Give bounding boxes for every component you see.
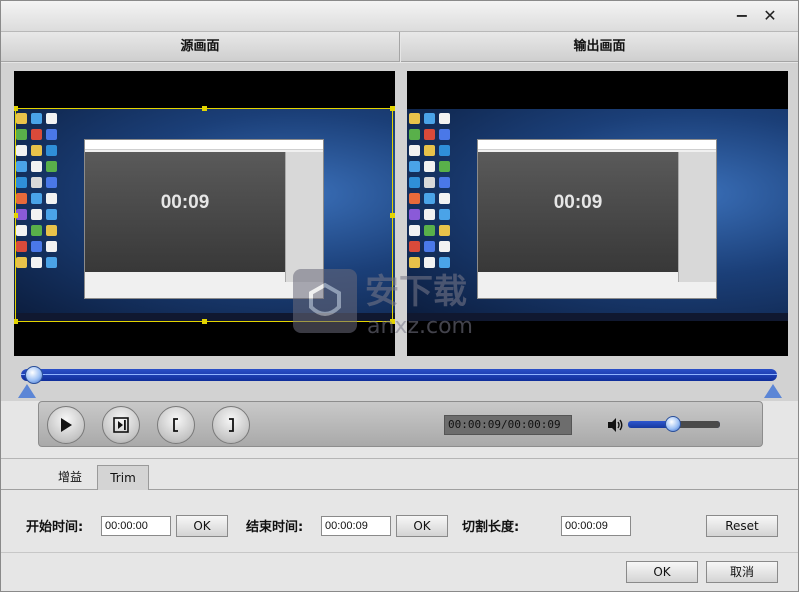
volume-icon[interactable] <box>606 416 624 434</box>
trim-panel: 开始时间: 00:00:00 OK 结束时间: 00:00:09 OK 切割长度… <box>1 490 798 552</box>
preview-area: 00:09 00:09 <box>1 63 798 363</box>
desktop-screenshot: 00:09 <box>407 109 788 321</box>
end-time-label: 结束时间: <box>246 520 304 535</box>
end-marker-icon[interactable] <box>764 384 782 398</box>
tab-trim[interactable]: Trim <box>97 465 149 491</box>
volume-knob[interactable] <box>665 416 681 432</box>
start-marker-icon[interactable] <box>18 384 36 398</box>
output-timestamp: 00:09 <box>553 192 603 213</box>
seek-knob[interactable] <box>25 366 43 384</box>
mark-in-icon <box>173 418 178 432</box>
reset-button[interactable]: Reset <box>706 515 778 537</box>
output-preview: 00:09 <box>407 71 788 356</box>
dialog-footer: OK 取消 <box>1 552 798 591</box>
seek-track[interactable] <box>21 369 777 381</box>
trim-dialog: − ✕ 源画面 输出画面 00:09 00:09 00:00:09/00:00:… <box>0 0 799 592</box>
end-ok-button[interactable]: OK <box>396 515 448 537</box>
length-field[interactable]: 00:00:09 <box>561 516 631 536</box>
desktop-icons <box>409 113 455 313</box>
cancel-button[interactable]: 取消 <box>706 561 778 583</box>
length-label: 切割长度: <box>462 520 520 535</box>
minimize-button[interactable]: − <box>733 7 751 25</box>
end-time-field[interactable]: 00:00:09 <box>321 516 391 536</box>
mark-out-button[interactable] <box>212 406 250 444</box>
close-button[interactable]: ✕ <box>761 7 779 25</box>
start-time-field[interactable]: 00:00:00 <box>101 516 171 536</box>
play-icon <box>61 418 72 432</box>
tab-bar: 增益 Trim <box>1 458 798 491</box>
playback-controls: 00:00:09/00:00:09 <box>38 401 763 447</box>
start-ok-button[interactable]: OK <box>176 515 228 537</box>
start-time-label: 开始时间: <box>26 520 84 535</box>
tab-gain[interactable]: 增益 <box>43 465 97 491</box>
title-bar: − ✕ <box>1 1 798 32</box>
crop-frame[interactable] <box>14 106 395 324</box>
source-preview[interactable]: 00:09 <box>14 71 395 356</box>
time-display: 00:00:09/00:00:09 <box>444 415 572 435</box>
inner-player: 00:09 <box>478 152 678 272</box>
next-frame-icon <box>113 417 129 433</box>
mark-out-icon <box>229 418 234 432</box>
next-frame-button[interactable] <box>102 406 140 444</box>
source-preview-header: 源画面 <box>1 32 400 62</box>
ok-button[interactable]: OK <box>626 561 698 583</box>
desktop-window: 00:09 <box>477 139 717 299</box>
output-preview-header: 输出画面 <box>401 32 798 62</box>
mark-in-button[interactable] <box>157 406 195 444</box>
play-button[interactable] <box>47 406 85 444</box>
seek-slider-area <box>1 363 798 401</box>
